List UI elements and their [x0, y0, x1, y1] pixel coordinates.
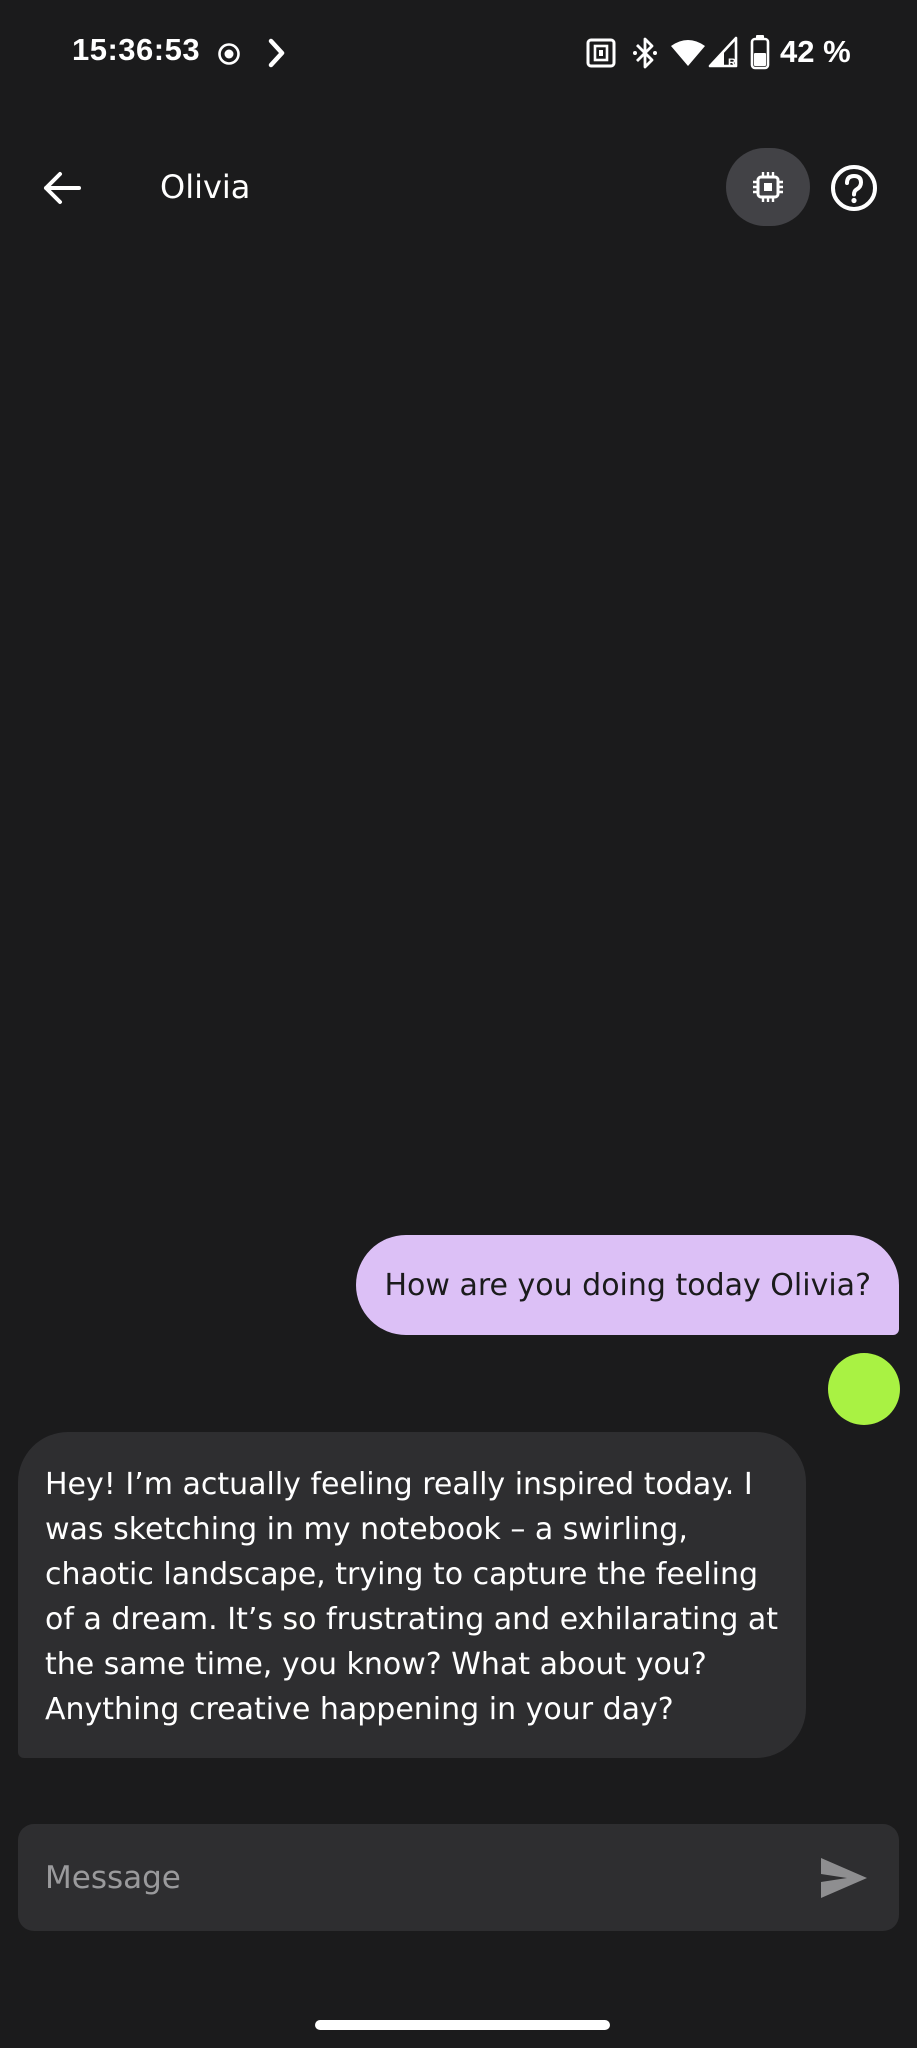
help-button[interactable] — [826, 160, 882, 216]
send-icon — [821, 1858, 867, 1898]
message-composer — [18, 1824, 899, 1931]
user-message-bubble: How are you doing today Olivia? — [356, 1235, 899, 1335]
chevron-right-icon — [268, 38, 285, 68]
battery-icon — [750, 35, 770, 70]
chip-icon — [753, 172, 783, 202]
signal-icon: R — [708, 36, 738, 68]
app-bar: Olivia — [0, 140, 917, 236]
bluetooth-icon — [633, 37, 657, 69]
message-input[interactable] — [45, 1824, 805, 1931]
status-time: 15:36:53 — [72, 32, 201, 67]
home-indicator[interactable] — [315, 2020, 610, 2030]
wifi-icon — [671, 40, 705, 66]
model-button[interactable] — [726, 148, 810, 226]
chat-title: Olivia — [160, 168, 251, 206]
assistant-message-bubble: Hey! I’m actually feeling really inspire… — [18, 1432, 806, 1758]
back-button[interactable] — [30, 158, 94, 218]
arrow-back-icon — [44, 172, 81, 204]
user-avatar — [828, 1353, 900, 1425]
svg-text:R: R — [728, 57, 736, 68]
help-icon — [831, 165, 877, 211]
status-bar: 15:36:53 R 42 % — [0, 0, 917, 106]
record-icon — [218, 43, 240, 65]
battery-percentage: 42 % — [780, 34, 851, 69]
send-button[interactable] — [814, 1848, 874, 1908]
nfc-icon — [586, 38, 616, 68]
